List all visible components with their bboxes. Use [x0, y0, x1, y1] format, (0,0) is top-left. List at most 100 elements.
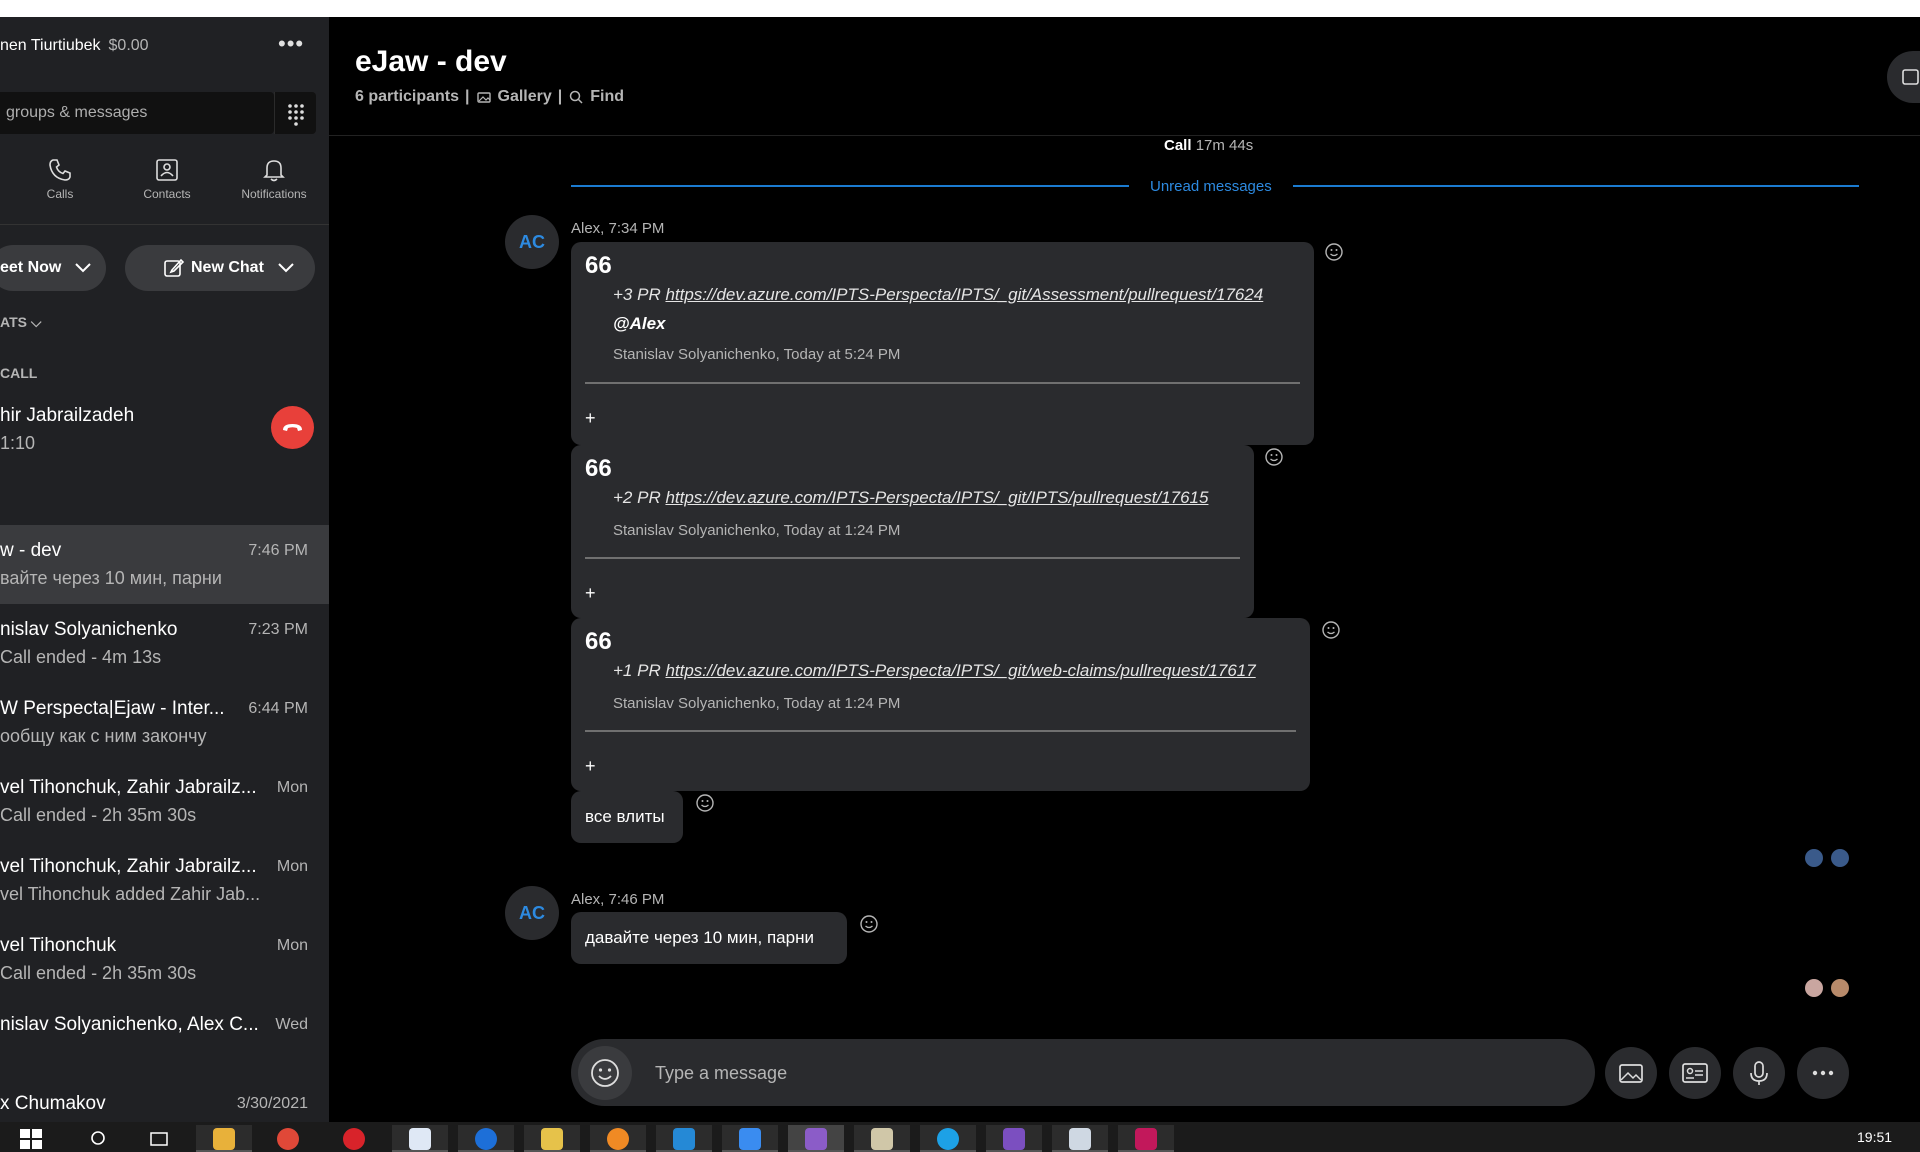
chat-time: Mon	[276, 858, 308, 875]
search-icon	[570, 90, 583, 104]
taskbar-app[interactable]	[1118, 1125, 1174, 1152]
mention[interactable]: @Alex	[613, 314, 666, 334]
quote-divider	[585, 557, 1240, 559]
dialpad-button[interactable]	[274, 92, 316, 134]
taskbar-app[interactable]	[854, 1125, 910, 1152]
nav-calls-label: Calls	[46, 187, 74, 201]
taskbar-app[interactable]	[986, 1125, 1042, 1152]
taskbar-app[interactable]	[196, 1125, 252, 1152]
more-options-icon[interactable]: •••	[278, 31, 304, 57]
taskbar-app[interactable]	[524, 1125, 580, 1152]
taskbar-app[interactable]	[1052, 1125, 1108, 1152]
pull-request-link[interactable]: https://dev.azure.com/IPTS-Perspecta/IPT…	[665, 285, 1263, 304]
avatar[interactable]: AC	[505, 886, 559, 940]
taskbar-app[interactable]	[326, 1125, 382, 1152]
windows-start-icon[interactable]	[20, 1129, 42, 1149]
message-input[interactable]: Type a message	[655, 1063, 787, 1084]
chat-list-item[interactable]: vel Tihonchuk, Zahir Jabrailz... vel Tiho…	[0, 841, 329, 920]
opera-icon	[343, 1128, 365, 1150]
quote-text: +2 PR https://dev.azure.com/IPTS-Perspec…	[613, 488, 1208, 508]
taskbar-app[interactable]	[458, 1125, 514, 1152]
quote-mark-icon: 66	[585, 455, 612, 482]
chat-list-item[interactable]: x Chumakovво время лекции ещё ...3/30/20…	[0, 1078, 329, 1122]
visual-studio-icon	[1003, 1128, 1025, 1150]
chat-name: nislav Solyanichenko	[0, 619, 178, 640]
emoji-reaction-icon[interactable]	[859, 914, 879, 934]
credit-balance: $0.00	[108, 37, 149, 54]
emoji-reaction-icon[interactable]	[1264, 447, 1284, 467]
chevron-down-icon	[278, 263, 294, 273]
chat-list-item[interactable]: W Perspecta|Ejaw - Inter... ообщу как с н…	[0, 683, 329, 762]
emoji-icon	[591, 1059, 619, 1087]
chat-time: 6:44 PM	[248, 700, 308, 717]
nav-contacts[interactable]: Contacts	[127, 157, 207, 201]
unread-divider-right	[1293, 185, 1859, 187]
app-icon	[1069, 1128, 1091, 1150]
chat-preview: ообщу как с ним закончу	[0, 726, 207, 746]
search-input[interactable]: groups & messages	[0, 92, 274, 134]
profile[interactable]: nen Tiurtiubek $0.00	[0, 37, 149, 55]
bell-icon	[263, 160, 285, 182]
chat-list-item[interactable]: nislav Solyanichenko Call ended - 4m 13s 7…	[0, 604, 329, 683]
message-composer[interactable]: Type a message	[571, 1039, 1595, 1106]
emoji-reaction-icon[interactable]	[1324, 242, 1344, 262]
phone-icon	[49, 159, 71, 181]
find-link[interactable]: Find	[590, 88, 624, 106]
search-icon[interactable]	[88, 1129, 108, 1149]
new-chat-button[interactable]: New Chat	[125, 245, 315, 291]
rider-icon	[1135, 1128, 1157, 1150]
app-icon	[475, 1128, 497, 1150]
message-text: +	[585, 408, 596, 428]
meet-now-button[interactable]: eet Now	[0, 245, 106, 291]
emoji-reaction-icon[interactable]	[1321, 620, 1341, 640]
chat-time: 7:23 PM	[248, 621, 308, 638]
taskbar-app[interactable]	[656, 1125, 712, 1152]
chat-preview: Call ended - 2h 35m 30s	[0, 963, 197, 983]
chat-list-item[interactable]: vel Tihonchuk Call ended - 2h 35m 30s Mon	[0, 920, 329, 999]
more-actions-button[interactable]	[1797, 1047, 1849, 1099]
quote-bubble: 66 +2 PR https://dev.azure.com/IPTS-Pers…	[571, 445, 1254, 618]
send-contact-button[interactable]	[1669, 1047, 1721, 1099]
avatar[interactable]: AC	[505, 215, 559, 269]
conversation-subheader: 6 participants | Gallery | Find	[355, 88, 624, 106]
nav-calls[interactable]: Calls	[20, 157, 100, 201]
share-media-button[interactable]	[1605, 1047, 1657, 1099]
taskbar-app[interactable]	[722, 1125, 778, 1152]
taskbar-app[interactable]	[788, 1125, 844, 1152]
taskbar-app[interactable]	[392, 1125, 448, 1152]
chat-time: Mon	[276, 937, 308, 954]
task-view-icon[interactable]	[148, 1129, 170, 1149]
unread-messages-label: Unread messages	[1150, 178, 1272, 195]
call-panel-button[interactable]	[1887, 51, 1920, 103]
more-icon	[1812, 1070, 1834, 1076]
message-meta: Alex, 7:46 PM	[571, 891, 665, 908]
nav-notifications[interactable]: Notifications	[234, 157, 314, 201]
app-icon	[541, 1128, 563, 1150]
quote-attribution: Stanislav Solyanichenko, Today at 5:24 P…	[613, 346, 901, 363]
pull-request-link[interactable]: https://dev.azure.com/IPTS-Perspecta/IPT…	[665, 488, 1208, 507]
chats-filter[interactable]: ATS ⌵	[0, 314, 41, 331]
hang-up-button[interactable]	[271, 406, 314, 449]
participants-link[interactable]: 6 participants	[355, 88, 459, 106]
emoji-reaction-icon[interactable]	[695, 793, 715, 813]
gallery-link[interactable]: Gallery	[498, 88, 552, 106]
active-call-name[interactable]: hir Jabrailzadeh	[0, 405, 134, 427]
chevron-down-icon	[75, 263, 92, 273]
taskbar-app[interactable]	[260, 1125, 316, 1152]
sidebar: nen Tiurtiubek $0.00 ••• groups & message…	[0, 17, 329, 1122]
taskbar-app[interactable]	[920, 1125, 976, 1152]
taskbar-app[interactable]	[590, 1125, 646, 1152]
image-icon	[1619, 1064, 1643, 1083]
pull-request-link[interactable]: https://dev.azure.com/IPTS-Perspecta/IPT…	[665, 661, 1255, 680]
chat-list-item[interactable]: nislav Solyanichenko, Alex C... Wed	[0, 999, 329, 1078]
zoom-icon	[739, 1128, 761, 1150]
microphone-icon	[1750, 1061, 1768, 1085]
chat-list-item[interactable]: w - dev вайте через 10 мин, парни 7:46 PM	[0, 525, 329, 604]
chat-name: nislav Solyanichenko, Alex C...	[0, 1014, 259, 1035]
quote-prefix: +1 PR	[613, 661, 666, 680]
emoji-picker-button[interactable]	[578, 1046, 632, 1100]
dialpad-icon	[288, 104, 304, 126]
quote-divider	[585, 730, 1296, 732]
voice-message-button[interactable]	[1733, 1047, 1785, 1099]
chat-list-item[interactable]: vel Tihonchuk, Zahir Jabrailz... Call end…	[0, 762, 329, 841]
